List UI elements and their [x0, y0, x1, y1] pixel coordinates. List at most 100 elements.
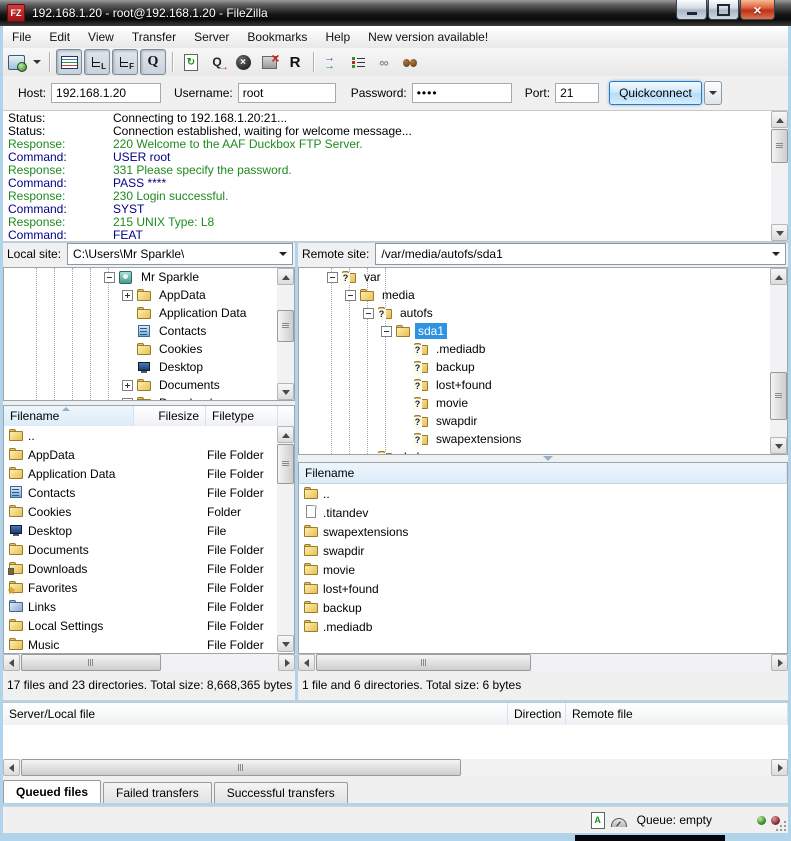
- synchronized-browsing-button[interactable]: ∞: [372, 50, 396, 74]
- scroll-up-button[interactable]: [277, 426, 294, 443]
- resize-grip[interactable]: [776, 821, 786, 831]
- tree-item-mr-sparkle[interactable]: Mr Sparkle: [4, 268, 294, 286]
- tree-item-mediadb[interactable]: ?.mediadb: [299, 340, 787, 358]
- password-input[interactable]: [412, 83, 512, 103]
- scrollbar-thumb[interactable]: [316, 654, 531, 671]
- tree-item-lost-found[interactable]: ?lost+found: [299, 376, 787, 394]
- file-row-desktop[interactable]: DesktopFile: [4, 521, 294, 540]
- collapse-icon[interactable]: [327, 272, 338, 283]
- file-row-[interactable]: ..: [4, 426, 294, 445]
- toggle-remote-tree-button[interactable]: F: [112, 49, 138, 75]
- file-row-swapdir[interactable]: swapdir: [299, 541, 787, 560]
- file-row-mediadb[interactable]: .mediadb: [299, 617, 787, 636]
- local-list-hscrollbar[interactable]: [3, 654, 295, 671]
- file-row-music[interactable]: MusicFile Folder: [4, 635, 294, 654]
- local-site-combo[interactable]: C:\Users\Mr Sparkle\: [67, 243, 293, 265]
- menu-item-file[interactable]: File: [3, 27, 40, 47]
- data-type-icon[interactable]: A: [591, 812, 605, 829]
- tree-item-appdata[interactable]: AppData: [4, 286, 294, 304]
- reconnect-button[interactable]: R: [283, 50, 307, 74]
- toggle-queue-button[interactable]: Q: [140, 49, 166, 75]
- remote-list-hscrollbar[interactable]: [298, 654, 788, 671]
- collapse-icon[interactable]: [381, 326, 392, 337]
- scrollbar-thumb[interactable]: [277, 444, 294, 484]
- file-row-swapextensions[interactable]: swapextensions: [299, 522, 787, 541]
- file-row-movie[interactable]: movie: [299, 560, 787, 579]
- column-header-filename[interactable]: Filename: [299, 463, 787, 483]
- scrollbar-thumb[interactable]: [21, 654, 161, 671]
- pane-splitter[interactable]: [298, 455, 788, 462]
- collapse-icon[interactable]: [345, 290, 356, 301]
- collapse-icon[interactable]: [363, 308, 374, 319]
- tree-item-cookies[interactable]: Cookies: [4, 340, 294, 358]
- menu-item-bookmarks[interactable]: Bookmarks: [238, 27, 316, 47]
- menu-item-edit[interactable]: Edit: [40, 27, 79, 47]
- queue-column-direction[interactable]: Direction: [508, 703, 566, 725]
- column-header-filetype[interactable]: Filetype: [206, 406, 278, 426]
- scroll-right-button[interactable]: [771, 759, 788, 776]
- close-button[interactable]: ×: [740, 0, 775, 20]
- tree-item-downloads[interactable]: Downloads: [4, 394, 294, 401]
- tree-item-sda1[interactable]: sda1: [299, 322, 787, 340]
- scroll-right-button[interactable]: [771, 654, 788, 671]
- file-row-backup[interactable]: backup: [299, 598, 787, 617]
- scroll-up-button[interactable]: [771, 111, 788, 128]
- tree-item-backup[interactable]: ?backup: [299, 358, 787, 376]
- cancel-button[interactable]: ×: [231, 50, 255, 74]
- remote-site-combo[interactable]: /var/media/autofs/sda1: [375, 243, 786, 265]
- queue-hscrollbar[interactable]: [3, 759, 788, 776]
- tree-item-desktop[interactable]: Desktop: [4, 358, 294, 376]
- expand-icon[interactable]: [122, 290, 133, 301]
- tree-item-dvd[interactable]: ?dvd: [299, 448, 787, 455]
- scroll-right-button[interactable]: [278, 654, 295, 671]
- scroll-left-button[interactable]: [3, 759, 20, 776]
- scroll-left-button[interactable]: [3, 654, 20, 671]
- tree-item-contacts[interactable]: Contacts: [4, 322, 294, 340]
- column-header-filesize[interactable]: Filesize: [134, 406, 206, 426]
- queue-column-server-local-file[interactable]: Server/Local file: [3, 703, 508, 725]
- file-row-contacts[interactable]: ContactsFile Folder: [4, 483, 294, 502]
- scrollbar-thumb[interactable]: [771, 129, 788, 163]
- disconnect-button[interactable]: ×: [257, 50, 281, 74]
- username-input[interactable]: [238, 83, 336, 103]
- find-files-button[interactable]: [398, 50, 422, 74]
- tab-failed-transfers[interactable]: Failed transfers: [103, 782, 212, 803]
- site-manager-button[interactable]: [4, 50, 28, 74]
- speed-limit-icon[interactable]: [611, 818, 627, 827]
- toggle-message-log-button[interactable]: [56, 49, 82, 75]
- scrollbar-thumb[interactable]: [21, 759, 461, 776]
- menu-item-help[interactable]: Help: [316, 27, 359, 47]
- filter-button[interactable]: [346, 50, 370, 74]
- site-manager-dropdown-button[interactable]: [30, 50, 43, 74]
- refresh-button[interactable]: ↻: [179, 50, 203, 74]
- local-list-scrollbar[interactable]: [277, 426, 294, 652]
- file-row-local-settings[interactable]: Local SettingsFile Folder: [4, 616, 294, 635]
- tab-successful-transfers[interactable]: Successful transfers: [214, 782, 348, 803]
- menu-item-new-version-available[interactable]: New version available!: [359, 27, 497, 47]
- log-scrollbar[interactable]: [771, 111, 788, 241]
- tree-item-var[interactable]: ?var: [299, 268, 787, 286]
- collapse-icon[interactable]: [104, 272, 115, 283]
- quickconnect-dropdown-button[interactable]: [704, 81, 722, 105]
- scroll-down-button[interactable]: [771, 224, 788, 241]
- file-row-documents[interactable]: DocumentsFile Folder: [4, 540, 294, 559]
- file-row-application-data[interactable]: Application DataFile Folder: [4, 464, 294, 483]
- file-row-[interactable]: ..: [299, 484, 787, 503]
- scroll-down-button[interactable]: [277, 635, 294, 652]
- tree-item-swapextensions[interactable]: ?swapextensions: [299, 430, 787, 448]
- expand-icon[interactable]: [122, 380, 133, 391]
- menu-item-transfer[interactable]: Transfer: [123, 27, 185, 47]
- compare-directories-button[interactable]: →→: [320, 50, 344, 74]
- port-input[interactable]: [555, 83, 599, 103]
- tree-item-application-data[interactable]: Application Data: [4, 304, 294, 322]
- quickconnect-button[interactable]: Quickconnect: [609, 81, 702, 105]
- tree-item-movie[interactable]: ?movie: [299, 394, 787, 412]
- minimize-button[interactable]: [676, 0, 707, 20]
- file-row-lost-found[interactable]: lost+found: [299, 579, 787, 598]
- maximize-button[interactable]: [708, 0, 739, 20]
- scroll-left-button[interactable]: [298, 654, 315, 671]
- tree-item-documents[interactable]: Documents: [4, 376, 294, 394]
- tree-item-media[interactable]: media: [299, 286, 787, 304]
- menu-item-server[interactable]: Server: [185, 27, 238, 47]
- file-row-links[interactable]: LinksFile Folder: [4, 597, 294, 616]
